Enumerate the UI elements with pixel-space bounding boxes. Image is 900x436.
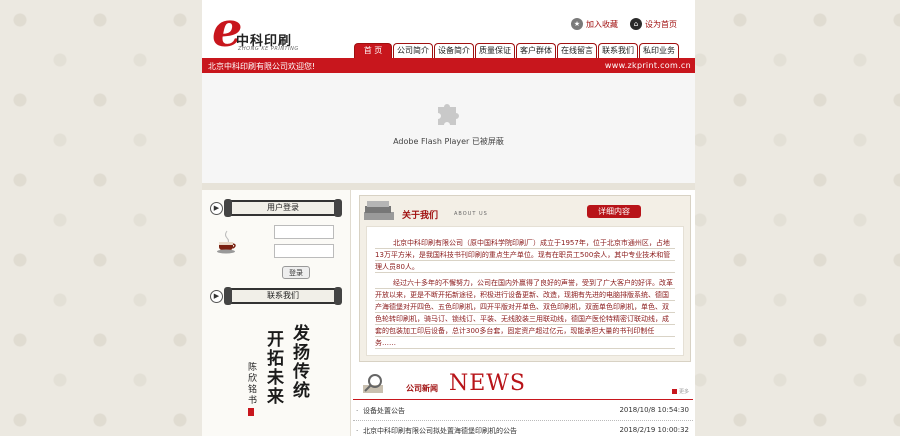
nav-contact[interactable]: 联系我们 [598, 43, 638, 58]
flash-banner[interactable]: Adobe Flash Player 已被屏蔽 [202, 73, 695, 183]
login-header: ▶ 用户登录 [210, 199, 342, 217]
calligraphy-line-2: 开拓未来 [263, 330, 283, 406]
nav-clients[interactable]: 客户群体 [516, 43, 556, 58]
coffee-cup-icon [217, 230, 236, 254]
flash-blocked-message: Adobe Flash Player 已被屏蔽 [393, 137, 504, 146]
calligraphy-signature: 陈欣铭书 [246, 362, 256, 406]
main-page: e 中科印刷 ZHONG KE PRINTING ★ 加入收藏 ⌂ 设为首页 首… [202, 0, 695, 436]
main-nav: 首 页 公司简介 设备简介 质量保证 客户群体 在线留言 联系我们 私印业务 [354, 43, 679, 58]
news-title: 公司新闻 [406, 384, 438, 393]
arrow-right-icon: ▶ [210, 202, 223, 215]
arrow-right-icon: ▶ [210, 290, 223, 303]
nav-guestbook[interactable]: 在线留言 [557, 43, 597, 58]
about-paragraph-1: 北京中科印刷有限公司（原中国科学院印刷厂）成立于1957年，位于北京市通州区，占… [375, 237, 675, 273]
star-icon: ★ [571, 18, 583, 30]
calligraphy-line-1: 发扬传统 [289, 324, 309, 400]
about-title: 关于我们 [402, 211, 439, 221]
nav-equipment[interactable]: 设备简介 [434, 43, 474, 58]
login-title: 用户登录 [224, 199, 342, 217]
home-icon: ⌂ [630, 18, 642, 30]
contact-header: ▶ 联系我们 [210, 287, 342, 305]
welcome-text: 北京中科印刷有限公司欢迎您! [208, 62, 316, 71]
bullet-icon: · [356, 427, 359, 435]
news-title-en: NEWS [449, 371, 526, 396]
login-button[interactable]: 登录 [282, 266, 310, 279]
password-input[interactable] [274, 244, 334, 258]
nav-home[interactable]: 首 页 [354, 43, 392, 58]
set-homepage-link[interactable]: ⌂ 设为首页 [630, 18, 677, 30]
site-logo[interactable]: e 中科印刷 ZHONG KE PRINTING [212, 6, 312, 58]
nav-quality[interactable]: 质量保证 [475, 43, 515, 58]
about-section: 关于我们 ABOUT US 详细内容 北京中科印刷有限公司（原中国科学院印刷厂）… [359, 195, 691, 362]
news-item-title: 北京中科印刷有限公司拟处置海德堡印刷机的公告 [363, 427, 517, 435]
news-item[interactable]: · 设备处置公告 2018/10/8 10:54:30 [353, 401, 693, 421]
about-text-box: 北京中科印刷有限公司（原中国科学院印刷厂）成立于1957年，位于北京市通州区，占… [366, 226, 684, 356]
news-header: 公司新闻 NEWS 更多 [353, 371, 693, 399]
flash-footer-strip [202, 183, 695, 190]
add-favorite-label: 加入收藏 [586, 19, 618, 29]
set-homepage-label: 设为首页 [645, 19, 677, 29]
calligraphy-seal [248, 408, 254, 416]
site-url: www.zkprint.com.cn [604, 61, 691, 70]
more-icon [671, 389, 677, 394]
news-item[interactable]: · 北京中科印刷有限公司拟处置海德堡印刷机的公告 2018/2/19 10:00… [353, 421, 693, 436]
welcome-bar: 北京中科印刷有限公司欢迎您! www.zkprint.com.cn [202, 58, 695, 73]
news-item-date: 2018/10/8 10:54:30 [619, 406, 689, 414]
about-more-button[interactable]: 详细内容 [587, 205, 641, 218]
calligraphy-artwork: 发扬传统 开拓未来 陈欣铭书 [242, 324, 346, 436]
about-paragraph-2: 经过六十多年的不懈努力，公司在国内外赢得了良好的声誉，受到了广大客户的好评。改革… [375, 277, 675, 349]
books-icon [364, 201, 394, 220]
quick-links: ★ 加入收藏 ⌂ 设为首页 [571, 18, 677, 30]
news-divider [353, 399, 693, 400]
nav-private-printing[interactable]: 私印业务 [639, 43, 679, 58]
contact-title: 联系我们 [224, 287, 342, 305]
about-subtitle: ABOUT US [454, 211, 488, 217]
logo-english: ZHONG KE PRINTING [238, 46, 299, 52]
news-item-date: 2018/2/19 10:00:32 [619, 426, 689, 434]
username-input[interactable] [274, 225, 334, 239]
news-more-label: 更多 [678, 389, 689, 395]
magnifier-book-icon [363, 374, 383, 393]
bullet-icon: · [356, 407, 359, 415]
news-item-title: 设备处置公告 [363, 407, 405, 415]
plugin-puzzle-icon [438, 104, 459, 125]
add-favorite-link[interactable]: ★ 加入收藏 [571, 18, 618, 30]
nav-company-intro[interactable]: 公司简介 [393, 43, 433, 58]
news-more-link[interactable]: 更多 [671, 388, 689, 395]
